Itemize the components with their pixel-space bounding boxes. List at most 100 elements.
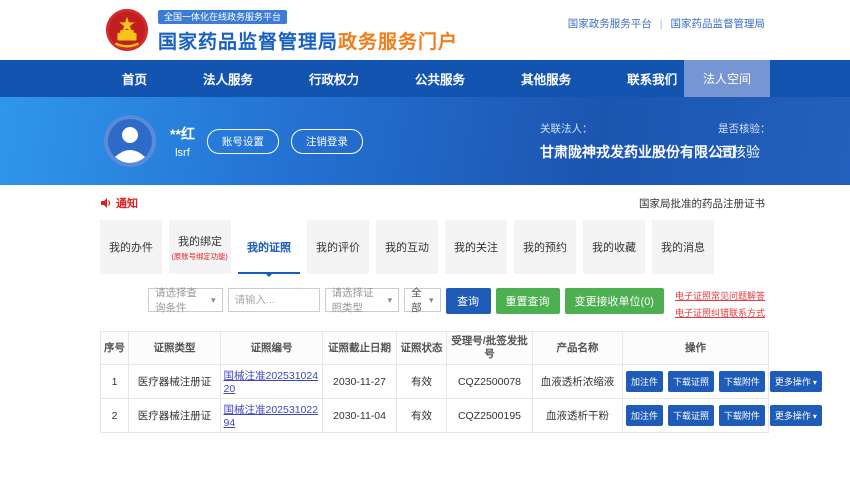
chevron-down-icon: ▾	[813, 378, 817, 387]
more-actions-button[interactable]: 更多操作▾	[770, 405, 822, 426]
cell-cert-type: 医疗器械注册证	[129, 365, 221, 399]
tab-my-reservations[interactable]: 我的预约	[514, 220, 576, 274]
cell-accept-number: CQZ2500078	[447, 365, 533, 399]
certificate-type-select[interactable]: 请选择证照类型 ▾	[325, 288, 400, 312]
col-expire-date: 证照截止日期	[323, 332, 397, 365]
nav-item-public-services[interactable]: 公共服务	[415, 69, 465, 88]
site-title-accent: 政务服务门户	[338, 32, 458, 53]
active-tab-caret-icon	[265, 273, 273, 281]
header-links: 国家政务服务平台 | 国家药品监督管理局	[568, 16, 765, 31]
related-legal-value: 甘肃陇神戎发药业股份有限公司	[540, 142, 736, 162]
user-info: **红 lsrf	[170, 124, 195, 159]
help-links: 电子证照常见问题解答 电子证照纠错联系方式	[675, 288, 765, 319]
username: **红	[170, 124, 195, 144]
main-content: 通知 国家局批准的药品注册证书 我的办件 我的绑定 (原账号绑定功能) 我的证照…	[0, 193, 850, 433]
notice-announcement-link[interactable]: 国家局批准的药品注册证书	[639, 196, 765, 211]
link-divider: |	[660, 18, 663, 30]
cell-seq: 1	[101, 365, 129, 399]
reset-query-button[interactable]: 重置查询	[496, 288, 560, 314]
download-attachment-button[interactable]: 下载附件	[719, 371, 765, 392]
keyword-input[interactable]	[228, 288, 320, 312]
link-gov-platform[interactable]: 国家政务服务平台	[568, 16, 652, 31]
related-legal-label: 关联法人：	[540, 121, 736, 136]
cell-expire-date: 2030-11-04	[323, 399, 397, 433]
chevron-down-icon: ▾	[211, 295, 216, 306]
logout-button[interactable]: 注销登录	[291, 129, 363, 154]
platform-badge: 全国一体化在线政务服务平台	[158, 10, 287, 24]
tab-my-applications[interactable]: 我的办件	[100, 220, 162, 274]
col-seq: 序号	[101, 332, 129, 365]
query-button[interactable]: 查询	[446, 288, 491, 314]
certificates-table: 序号 证照类型 证照编号 证照截止日期 证照状态 受理号/批签发批号 产品名称 …	[100, 331, 769, 433]
table-row: 2 医疗器械注册证 国械注准20253102294 2030-11-04 有效 …	[101, 399, 769, 433]
site-header: 全国一体化在线政务服务平台 国家药品监督管理局政务服务门户 国家政务服务平台 |…	[0, 0, 850, 60]
nav-item-home[interactable]: 首页	[122, 69, 147, 88]
table-header-row: 序号 证照类型 证照编号 证照截止日期 证照状态 受理号/批签发批号 产品名称 …	[101, 332, 769, 365]
tab-my-messages[interactable]: 我的消息	[652, 220, 714, 274]
more-actions-button[interactable]: 更多操作▾	[770, 371, 822, 392]
col-accept-number: 受理号/批签发批号	[447, 332, 533, 365]
avatar[interactable]	[104, 115, 156, 167]
cert-faq-link[interactable]: 电子证照常见问题解答	[675, 289, 765, 302]
related-legal-entity: 关联法人： 甘肃陇神戎发药业股份有限公司	[540, 121, 736, 162]
tab-my-favorites[interactable]: 我的收藏	[583, 220, 645, 274]
nav-item-legal-services[interactable]: 法人服务	[203, 69, 253, 88]
site-title: 国家药品监督管理局政务服务门户	[158, 27, 458, 54]
cell-accept-number: CQZ2500195	[447, 399, 533, 433]
chevron-down-icon: ▾	[813, 412, 817, 421]
cell-seq: 2	[101, 399, 129, 433]
col-product-name: 产品名称	[533, 332, 623, 365]
col-status: 证照状态	[397, 332, 447, 365]
filter-toolbar: 请选择查询条件 ▾ 请选择证照类型 ▾ 全部 ▾ 查询 重置查询 变更接收单位(…	[148, 288, 765, 319]
cell-status: 有效	[397, 365, 447, 399]
account-settings-button[interactable]: 账号设置	[207, 129, 279, 154]
nav-corp-space[interactable]: 法人空间	[684, 60, 770, 97]
cell-status: 有效	[397, 399, 447, 433]
tab-my-certificates[interactable]: 我的证照	[238, 220, 300, 274]
tab-bar: 我的办件 我的绑定 (原账号绑定功能) 我的证照 我的评价 我的互动 我的关注 …	[100, 220, 765, 274]
nav-item-contact[interactable]: 联系我们	[627, 69, 677, 88]
download-cert-button[interactable]: 下载证照	[668, 371, 714, 392]
user-banner: **红 lsrf 账号设置 注销登录 关联法人： 甘肃陇神戎发药业股份有限公司 …	[0, 97, 850, 185]
national-emblem-logo	[104, 7, 150, 53]
main-nav: 首页 法人服务 行政权力 公共服务 其他服务 联系我们 法人空间	[0, 60, 850, 97]
notice-label-block: 通知	[100, 195, 138, 211]
add-note-button[interactable]: 加注件	[626, 371, 663, 392]
cell-product-name: 血液透析浓缩液	[533, 365, 623, 399]
chevron-down-icon: ▾	[388, 295, 393, 306]
cell-cert-type: 医疗器械注册证	[129, 399, 221, 433]
tab-my-binding-subtitle: (原账号绑定功能)	[172, 251, 228, 261]
user-id: lsrf	[170, 147, 195, 159]
download-cert-button[interactable]: 下载证照	[668, 405, 714, 426]
link-nmpa[interactable]: 国家药品监督管理局	[671, 16, 766, 31]
cell-product-name: 血液透析干粉	[533, 399, 623, 433]
tab-my-follows[interactable]: 我的关注	[445, 220, 507, 274]
cell-expire-date: 2030-11-27	[323, 365, 397, 399]
change-receiver-button[interactable]: 变更接收单位(0)	[565, 288, 664, 314]
col-cert-type: 证照类型	[129, 332, 221, 365]
notice-label: 通知	[116, 195, 138, 211]
site-title-main: 国家药品监督管理局	[158, 32, 338, 53]
nav-item-other-services[interactable]: 其他服务	[521, 69, 571, 88]
verify-label: 是否核验：	[718, 121, 771, 136]
table-row: 1 医疗器械注册证 国械注准20253102420 2030-11-27 有效 …	[101, 365, 769, 399]
col-cert-number: 证照编号	[221, 332, 323, 365]
speaker-icon	[100, 197, 112, 209]
cert-number-link[interactable]: 国械注准20253102294	[224, 402, 320, 429]
scope-select[interactable]: 全部 ▾	[404, 288, 440, 312]
chevron-down-icon: ▾	[429, 295, 434, 306]
brand-block: 全国一体化在线政务服务平台 国家药品监督管理局政务服务门户	[158, 7, 458, 54]
verify-status: 是否核验： 已核验	[718, 121, 771, 162]
download-attachment-button[interactable]: 下载附件	[719, 405, 765, 426]
tab-my-binding[interactable]: 我的绑定 (原账号绑定功能)	[169, 220, 231, 274]
nav-item-admin-power[interactable]: 行政权力	[309, 69, 359, 88]
cert-correction-contact-link[interactable]: 电子证照纠错联系方式	[675, 306, 765, 319]
add-note-button[interactable]: 加注件	[626, 405, 663, 426]
tab-my-interactions[interactable]: 我的互动	[376, 220, 438, 274]
query-condition-select[interactable]: 请选择查询条件 ▾	[148, 288, 223, 312]
verify-value: 已核验	[718, 142, 771, 162]
cert-number-link[interactable]: 国械注准20253102420	[224, 368, 320, 395]
notice-row: 通知 国家局批准的药品注册证书	[100, 193, 765, 213]
tab-my-evaluations[interactable]: 我的评价	[307, 220, 369, 274]
col-actions: 操作	[623, 332, 769, 365]
